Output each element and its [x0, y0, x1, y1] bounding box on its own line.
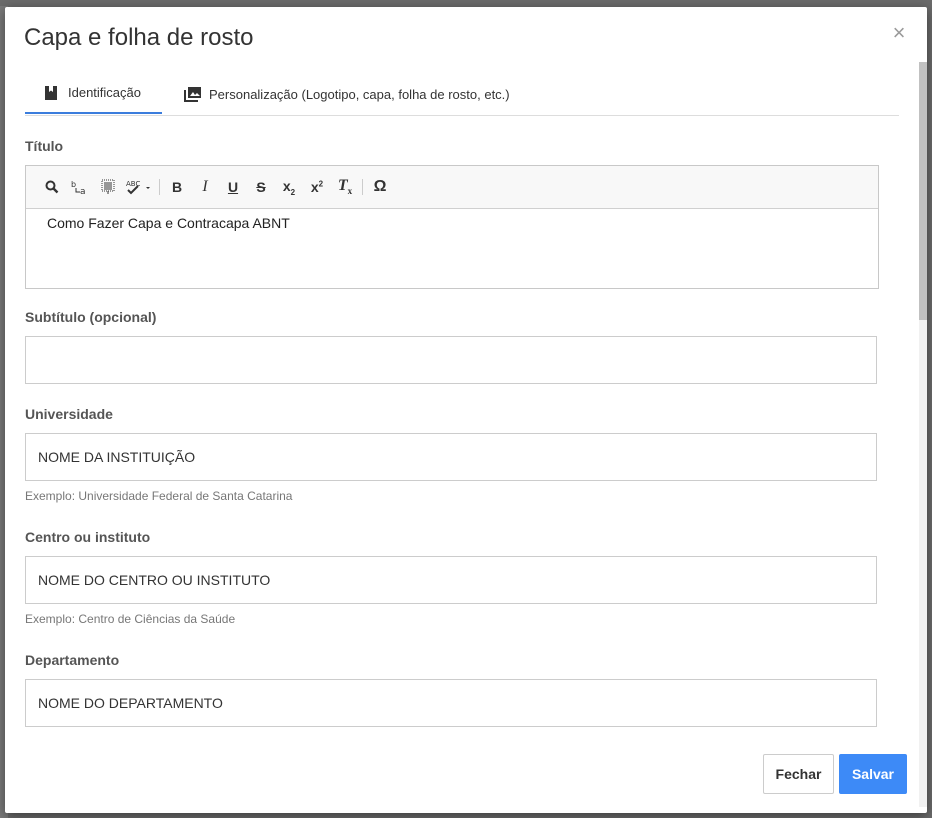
bookmark-icon: [43, 85, 59, 101]
center-label: Centro ou instituto: [25, 529, 151, 545]
center-hint: Exemplo: Centro de Ciências da Saúde: [25, 612, 236, 626]
tab-identificacao[interactable]: Identificação: [25, 73, 162, 114]
subscript-icon[interactable]: x2: [275, 173, 303, 201]
close-button[interactable]: Fechar: [763, 754, 834, 794]
underline-icon[interactable]: U: [219, 173, 247, 201]
scrollbar-thumb[interactable]: [919, 62, 927, 320]
tab-personalizacao[interactable]: Personalização (Logotipo, capa, folha de…: [182, 73, 510, 115]
center-input[interactable]: NOME DO CENTRO OU INSTITUTO: [25, 556, 877, 604]
subtitle-label: Subtítulo (opcional): [25, 309, 157, 325]
italic-icon[interactable]: I: [191, 173, 219, 201]
subtitle-input[interactable]: [25, 336, 877, 384]
university-input[interactable]: NOME DA INSTITUIÇÃO: [25, 433, 877, 481]
toolbar-separator: [362, 179, 363, 195]
special-char-icon[interactable]: Ω: [366, 173, 394, 201]
title-editor[interactable]: ba ABC B I U S x2 x2 Tx Ω Como Fazer Cap…: [25, 165, 879, 289]
tab-bar: Identificação Personalização (Logotipo, …: [25, 73, 899, 116]
department-label: Departamento: [25, 652, 120, 668]
strikethrough-icon[interactable]: S: [247, 173, 275, 201]
title-label: Título: [25, 138, 64, 154]
tab-label: Personalização (Logotipo, capa, folha de…: [209, 86, 510, 102]
cover-dialog: Capa e folha de rosto × Identificação Pe…: [5, 7, 927, 813]
find-icon[interactable]: [38, 173, 66, 201]
images-icon: [184, 86, 201, 102]
tab-label: Identificação: [68, 85, 141, 100]
university-hint: Exemplo: Universidade Federal de Santa C…: [25, 489, 293, 503]
svg-text:a: a: [80, 187, 86, 195]
select-all-icon[interactable]: [94, 173, 122, 201]
bold-icon[interactable]: B: [163, 173, 191, 201]
superscript-icon[interactable]: x2: [303, 173, 331, 201]
department-input[interactable]: NOME DO DEPARTAMENTO: [25, 679, 877, 727]
university-label: Universidade: [25, 406, 113, 422]
save-button[interactable]: Salvar: [839, 754, 907, 794]
toolbar-separator: [159, 179, 160, 195]
replace-icon[interactable]: ba: [66, 173, 94, 201]
dialog-title: Capa e folha de rosto: [24, 24, 254, 51]
close-icon[interactable]: ×: [889, 22, 909, 44]
spellcheck-icon[interactable]: ABC: [122, 173, 156, 201]
editor-toolbar: ba ABC B I U S x2 x2 Tx Ω: [26, 166, 878, 209]
remove-format-icon[interactable]: Tx: [331, 173, 359, 201]
svg-text:b: b: [71, 180, 76, 189]
title-editor-content[interactable]: Como Fazer Capa e Contracapa ABNT: [26, 209, 878, 237]
